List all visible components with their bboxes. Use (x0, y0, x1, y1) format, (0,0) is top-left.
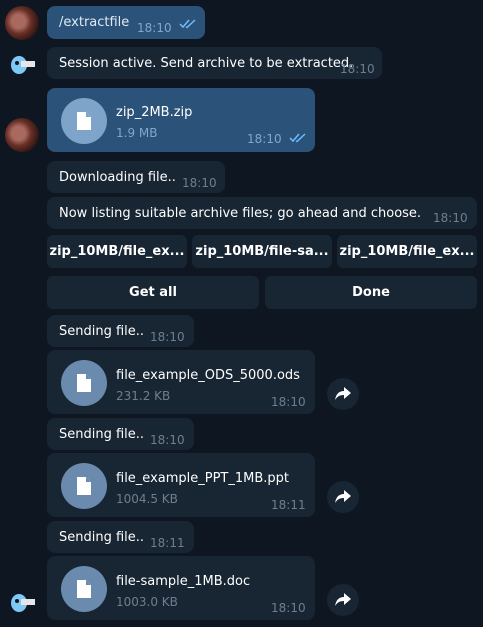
file-size: 1.9 MB (116, 126, 158, 140)
keyboard-button-file-3[interactable]: zip_10MB/file_ex... (337, 235, 477, 268)
keyboard-button-file-1[interactable]: zip_10MB/file_ex... (47, 235, 187, 268)
file-icon[interactable] (61, 98, 107, 144)
message-text: Sending file.. (59, 323, 145, 339)
file-name: file_example_PPT_1MB.ppt (116, 471, 290, 486)
file-name: file_example_ODS_5000.ods (116, 368, 300, 383)
incoming-file-message[interactable]: file_example_PPT_1MB.ppt 1004.5 KB 18:11 (47, 453, 315, 517)
read-checks-icon (289, 132, 307, 147)
file-name: zip_2MB.zip (116, 105, 193, 120)
forward-button[interactable] (327, 481, 359, 513)
message-time: 18:11 (150, 536, 185, 550)
message-time: 18:10 (433, 211, 468, 225)
message-text: Now listing suitable archive files; go a… (59, 205, 422, 221)
user-avatar[interactable] (5, 6, 39, 40)
forward-button[interactable] (327, 584, 359, 616)
message-time: 18:10 (150, 330, 185, 344)
incoming-message: Sending file.. 18:10 (47, 418, 194, 450)
message-text: /extractfile (59, 15, 130, 30)
bot-avatar[interactable] (5, 585, 39, 619)
keyboard-button-file-2[interactable]: zip_10MB/file-sa... (192, 235, 332, 268)
outgoing-file-message[interactable]: zip_2MB.zip 1.9 MB 18:10 (47, 88, 315, 152)
incoming-message: Sending file.. 18:11 (47, 521, 194, 553)
incoming-message: Now listing suitable archive files; go a… (47, 197, 477, 229)
forward-icon (335, 593, 351, 606)
get-all-button[interactable]: Get all (47, 276, 259, 309)
message-time: 18:10 (340, 62, 375, 76)
message-time: 18:10 (182, 176, 217, 190)
file-name: file-sample_1MB.doc (116, 574, 251, 589)
message-text: Downloading file.. (59, 169, 176, 185)
file-size: 1003.0 KB (116, 595, 178, 609)
incoming-message: Session active. Send archive to be extra… (47, 47, 382, 79)
message-time: 18:10 (271, 601, 306, 615)
file-size: 1004.5 KB (116, 492, 178, 506)
message-time: 18:11 (271, 498, 306, 512)
message-text: Sending file.. (59, 426, 145, 442)
user-avatar[interactable] (5, 118, 39, 152)
message-text: Sending file.. (59, 529, 145, 545)
file-icon[interactable] (61, 360, 107, 406)
incoming-file-message[interactable]: file-sample_1MB.doc 1003.0 KB 18:10 (47, 556, 315, 620)
message-time: 18:10 (137, 21, 172, 35)
bot-logo-icon (11, 594, 35, 612)
done-button[interactable]: Done (265, 276, 477, 309)
forward-button[interactable] (327, 378, 359, 410)
forward-icon (335, 387, 351, 400)
file-size: 231.2 KB (116, 389, 171, 403)
message-time: 18:10 (247, 132, 282, 146)
file-icon[interactable] (61, 566, 107, 612)
message-time: 18:10 (271, 395, 306, 409)
forward-icon (335, 490, 351, 503)
incoming-file-message[interactable]: file_example_ODS_5000.ods 231.2 KB 18:10 (47, 350, 315, 414)
bot-avatar[interactable] (5, 47, 39, 81)
message-text: Session active. Send archive to be extra… (59, 55, 354, 71)
outgoing-message: /extractfile 18:10 (47, 6, 205, 39)
bot-logo-icon (11, 56, 35, 74)
message-time: 18:10 (150, 433, 185, 447)
read-checks-icon (179, 18, 197, 35)
file-icon[interactable] (61, 463, 107, 509)
incoming-message: Downloading file.. 18:10 (47, 161, 225, 193)
incoming-message: Sending file.. 18:10 (47, 315, 194, 347)
